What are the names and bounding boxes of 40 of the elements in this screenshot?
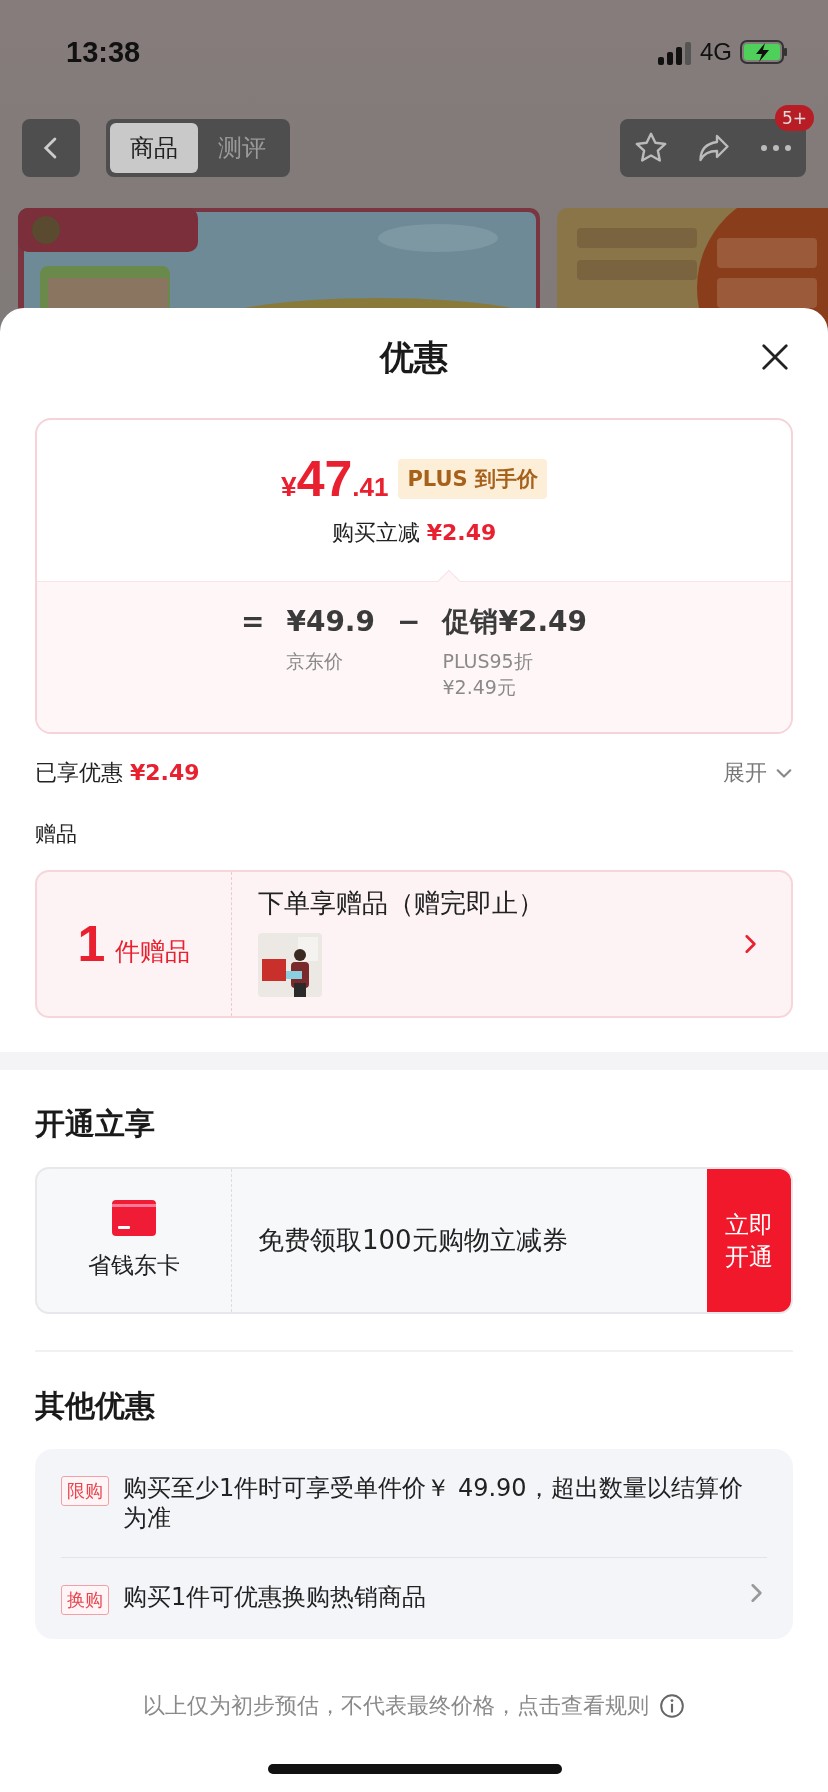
promo-note: ¥2.49元 <box>442 675 517 700</box>
reduction-text: 购买立减 ¥2.49 <box>331 519 497 547</box>
battery-icon <box>740 40 788 64</box>
nav-tab[interactable]: 商品 <box>110 123 198 173</box>
card-name: 省钱东卡 <box>88 1251 180 1280</box>
section-label: 赠品 <box>34 821 78 848</box>
sheet-title: 优惠 <box>380 336 448 379</box>
savings-text: 已享优惠 ¥2.49 <box>35 759 200 787</box>
price-tag: PLUS 到手价 <box>398 459 547 499</box>
offer-description: 购买至少1件时可享受单件价￥ 49.90，超出数量以结算价为准 <box>123 1473 744 1533</box>
disclaimer-link[interactable]: 以上仅为初步预估，不代表最终价格，点击查看规则 <box>143 1691 649 1721</box>
expand-button[interactable]: 展开 <box>723 758 793 788</box>
gift-card[interactable]: 1 件赠品 下单享赠品（赠完即止） <box>35 870 793 1018</box>
equals-sign: = <box>240 604 265 640</box>
more-icon[interactable] <box>758 143 793 153</box>
gift-unit: 件赠品 <box>115 935 191 968</box>
notification-badge: 5+ <box>774 105 814 131</box>
price-label: 京东价 <box>286 649 345 674</box>
info-icon[interactable] <box>659 1693 685 1719</box>
offer-tag: 限购 <box>61 1476 109 1506</box>
card-icon <box>112 1200 156 1236</box>
minus-sign: − <box>397 604 421 640</box>
nav-tab[interactable]: 测评 <box>198 123 286 173</box>
back-button[interactable] <box>22 119 80 177</box>
section-title: 其他优惠 <box>34 1387 156 1425</box>
gift-headline: 下单享赠品（赠完即止） <box>258 887 545 920</box>
gift-count: 1 <box>77 915 106 973</box>
section-title: 开通立享 <box>34 1105 156 1143</box>
base-price: ¥49.9 <box>286 604 375 640</box>
status-time: 13:38 <box>66 35 141 69</box>
offer-description: 购买1件可优惠换购热销商品 <box>123 1582 428 1612</box>
offer-text: 免费领取100元购物立减券 <box>257 1224 569 1257</box>
final-price: ¥47.41 <box>281 450 389 508</box>
signal-icon <box>658 39 692 65</box>
offer-tag: 换购 <box>61 1585 109 1615</box>
network-label: 4G <box>700 38 732 66</box>
promo-note: PLUS95折 <box>442 649 534 674</box>
activate-button[interactable]: 立即开通 <box>707 1169 791 1312</box>
promo-amount: 促销¥2.49 <box>442 604 588 640</box>
close-icon[interactable] <box>760 342 790 372</box>
